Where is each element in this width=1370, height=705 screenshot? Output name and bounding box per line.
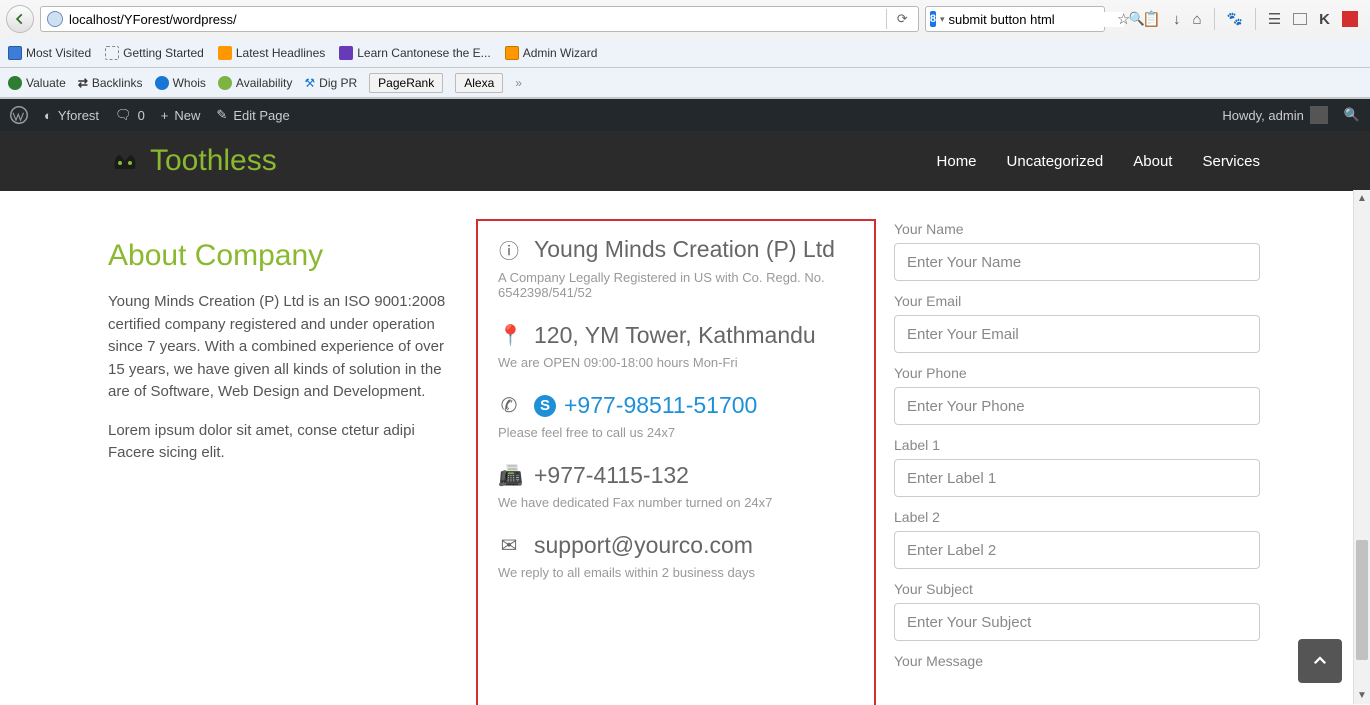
envelope-icon: ✉ bbox=[498, 533, 520, 558]
google-icon: 8 bbox=[930, 11, 936, 27]
brand-name[interactable]: Toothless bbox=[150, 144, 277, 178]
url-input[interactable] bbox=[69, 12, 880, 27]
about-text-1: Young Minds Creation (P) Ltd is an ISO 9… bbox=[108, 291, 458, 404]
reload-button[interactable]: ⟳ bbox=[893, 11, 912, 27]
wp-logo[interactable] bbox=[10, 106, 28, 124]
brand-logo bbox=[110, 147, 140, 175]
wp-edit-page[interactable]: ✎Edit Page bbox=[216, 107, 289, 123]
form-label-5: Your Subject bbox=[894, 581, 1260, 597]
link-icon: ⇄ bbox=[78, 76, 88, 90]
seo-backlinks[interactable]: ⇄Backlinks bbox=[78, 76, 143, 90]
paw-icon[interactable]: 🐾 bbox=[1227, 11, 1243, 27]
form-label-3: Label 1 bbox=[894, 437, 1260, 453]
contact-info-panel: ⓘ Young Minds Creation (P) Ltd A Company … bbox=[476, 219, 876, 705]
comment-icon: 🗨 bbox=[115, 107, 132, 123]
address-bar[interactable]: ⟳ bbox=[40, 6, 919, 32]
scroll-to-top-button[interactable] bbox=[1298, 639, 1342, 683]
phone-icon: ✆ bbox=[498, 393, 520, 418]
form-label-0: Your Name bbox=[894, 221, 1260, 237]
seo-dig-pr[interactable]: ⚒Dig PR bbox=[304, 76, 357, 90]
form-input-3[interactable] bbox=[894, 459, 1260, 497]
nav-uncategorized[interactable]: Uncategorized bbox=[1007, 153, 1104, 170]
back-button[interactable] bbox=[6, 5, 34, 33]
chevron-right-icon[interactable]: » bbox=[515, 76, 522, 90]
wp-search-icon[interactable]: 🔍 bbox=[1344, 107, 1360, 123]
email[interactable]: support@yourco.com bbox=[534, 532, 753, 559]
page-icon bbox=[8, 46, 22, 60]
avatar bbox=[1310, 106, 1328, 124]
kaspersky-icon[interactable] bbox=[1342, 11, 1358, 27]
form-input-5[interactable] bbox=[894, 603, 1260, 641]
clipboard-icon[interactable]: 📋 bbox=[1142, 10, 1161, 28]
globe-icon bbox=[47, 11, 63, 27]
form-label-2: Your Phone bbox=[894, 365, 1260, 381]
skype-icon: S bbox=[534, 395, 556, 417]
globe-icon bbox=[155, 76, 169, 90]
box-icon bbox=[505, 46, 519, 60]
scroll-down-arrow[interactable]: ▼ bbox=[1354, 687, 1370, 704]
scroll-up-arrow[interactable]: ▲ bbox=[1354, 190, 1370, 207]
seo-valuate[interactable]: Valuate bbox=[8, 76, 66, 90]
seo-alexa-button[interactable]: Alexa bbox=[455, 73, 503, 93]
gauge-icon: ◐ bbox=[44, 108, 52, 123]
rss-icon bbox=[218, 46, 232, 60]
form-label-6: Your Message bbox=[894, 653, 1260, 669]
about-text-2: Lorem ipsum dolor sit amet, conse ctetur… bbox=[108, 420, 458, 465]
pencil-icon: ✎ bbox=[216, 107, 227, 123]
address: 120, YM Tower, Kathmandu bbox=[534, 322, 816, 349]
download-icon[interactable]: ↓ bbox=[1173, 11, 1181, 28]
search-bar[interactable]: 8 ▾ 🔍 bbox=[925, 6, 1105, 32]
phone-link[interactable]: S +977-98511-51700 bbox=[534, 392, 757, 419]
search-input[interactable] bbox=[948, 12, 1124, 27]
info-icon: ⓘ bbox=[498, 235, 520, 264]
fax-sub: We have dedicated Fax number turned on 2… bbox=[498, 495, 854, 510]
nav-services[interactable]: Services bbox=[1202, 153, 1260, 170]
dropdown-icon[interactable]: ▾ bbox=[940, 14, 945, 25]
seo-pagerank-button[interactable]: PageRank bbox=[369, 73, 443, 93]
page-icon bbox=[339, 46, 353, 60]
check-icon bbox=[218, 76, 232, 90]
plus-icon: + bbox=[161, 108, 169, 123]
form-input-1[interactable] bbox=[894, 315, 1260, 353]
form-label-4: Label 2 bbox=[894, 509, 1260, 525]
form-input-2[interactable] bbox=[894, 387, 1260, 425]
about-heading: About Company bbox=[108, 239, 458, 273]
nav-about[interactable]: About bbox=[1133, 153, 1172, 170]
fax-icon: 📠 bbox=[498, 463, 520, 488]
address-sub: We are OPEN 09:00-18:00 hours Mon-Fri bbox=[498, 355, 854, 370]
company-name: Young Minds Creation (P) Ltd bbox=[534, 236, 835, 263]
dotted-icon bbox=[105, 46, 119, 60]
dig-icon: ⚒ bbox=[304, 76, 315, 90]
seo-availability[interactable]: Availability bbox=[218, 76, 292, 90]
form-input-4[interactable] bbox=[894, 531, 1260, 569]
bookmark-getting-started[interactable]: Getting Started bbox=[105, 46, 204, 60]
page-scrollbar[interactable]: ▲ ▼ bbox=[1353, 190, 1370, 704]
bookmark-learn-cantonese[interactable]: Learn Cantonese the E... bbox=[339, 46, 490, 60]
seo-whois[interactable]: Whois bbox=[155, 76, 206, 90]
form-input-0[interactable] bbox=[894, 243, 1260, 281]
wp-site-link[interactable]: ◐Yforest bbox=[44, 108, 99, 123]
company-sub: A Company Legally Registered in US with … bbox=[498, 270, 854, 300]
wp-comments[interactable]: 🗨0 bbox=[115, 107, 145, 123]
menu-icon[interactable]: ☰ bbox=[1268, 10, 1281, 28]
bookmark-latest-headlines[interactable]: Latest Headlines bbox=[218, 46, 325, 60]
bookmark-admin-wizard[interactable]: Admin Wizard bbox=[505, 46, 598, 60]
wp-howdy[interactable]: Howdy, admin bbox=[1222, 106, 1327, 124]
map-marker-icon: 📍 bbox=[498, 323, 520, 348]
contact-form: Your Name Your Email Your Phone Label 1 Labe… bbox=[894, 221, 1260, 705]
k-icon[interactable]: K bbox=[1319, 11, 1330, 28]
phone-sub: Please feel free to call us 24x7 bbox=[498, 425, 854, 440]
wp-new[interactable]: +New bbox=[161, 108, 201, 123]
dollar-icon bbox=[8, 76, 22, 90]
star-icon[interactable]: ☆ bbox=[1117, 10, 1130, 28]
form-label-1: Your Email bbox=[894, 293, 1260, 309]
email-sub: We reply to all emails within 2 business… bbox=[498, 565, 854, 580]
window-icon[interactable] bbox=[1293, 13, 1307, 25]
nav-home[interactable]: Home bbox=[937, 153, 977, 170]
fax: +977-4115-132 bbox=[534, 462, 689, 489]
bookmark-most-visited[interactable]: Most Visited bbox=[8, 46, 91, 60]
scroll-thumb[interactable] bbox=[1356, 540, 1368, 660]
home-icon[interactable]: ⌂ bbox=[1192, 11, 1201, 28]
